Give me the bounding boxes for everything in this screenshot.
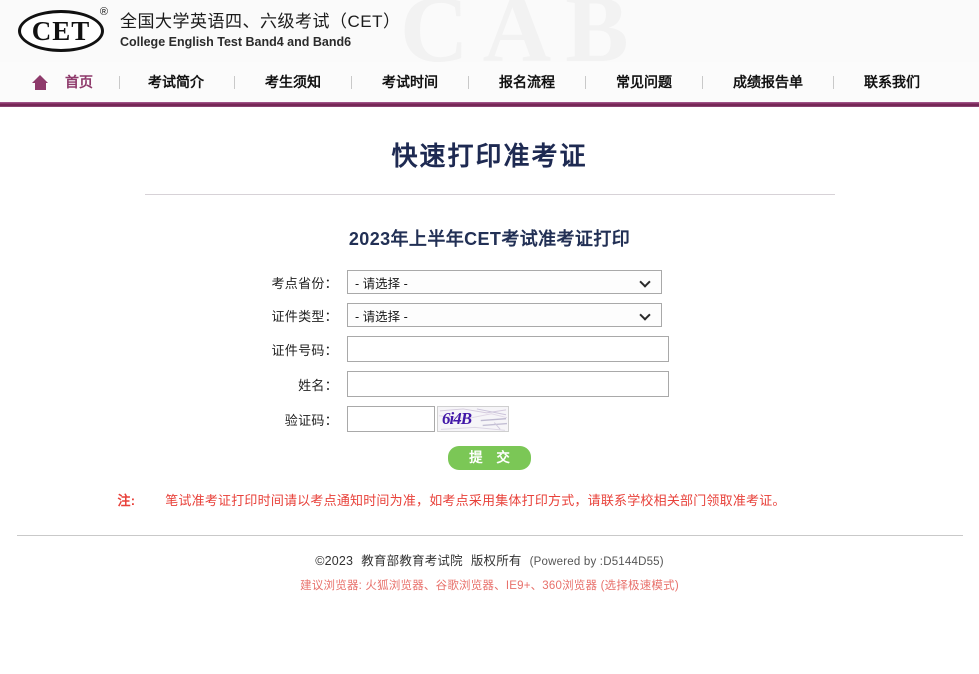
print-time-note: 注: 笔试准考证打印时间请以考点通知时间为准，如考点采用集体打印方式，请联系学校相…	[110, 491, 870, 511]
site-footer: ©2023 教育部教育考试院 版权所有 (Powered by :D5144D55) …	[0, 536, 979, 593]
province-select[interactable]: - 请选择 -	[347, 270, 662, 294]
home-icon	[32, 74, 49, 90]
title-divider	[144, 194, 835, 195]
footer-copyright-line: ©2023 教育部教育考试院 版权所有 (Powered by :D5144D55)	[0, 550, 979, 569]
main-navigation: 首页 考试简介 考生须知 考试时间 报名流程 常见问题 成绩报告单 联系我们	[0, 62, 979, 102]
submit-row: 提 交	[0, 446, 979, 470]
form-row-id-number: 证件号码：	[0, 336, 979, 362]
header-inner: CET ® 全国大学英语四、六级考试（CET） College English …	[0, 0, 979, 62]
registered-trademark-icon: ®	[99, 6, 108, 18]
footer-rights: 版权所有	[470, 553, 522, 568]
footer-browsers: 建议浏览器: 火狐浏览器、谷歌浏览器、IE9+、360浏览器 (选择极速模式)	[300, 579, 679, 592]
id-number-input[interactable]	[347, 336, 669, 362]
captcha-text: 6i4B	[442, 409, 472, 428]
province-select-value: - 请选择 -	[355, 276, 408, 291]
nav-separator	[585, 75, 586, 89]
cet-logo[interactable]: CET ®	[18, 6, 108, 55]
id-type-label: 证件类型：	[271, 308, 338, 324]
province-label: 考点省份：	[271, 275, 338, 291]
form-row-id-type: 证件类型： - 请选择 -	[0, 303, 979, 327]
nav-separator	[234, 75, 235, 89]
id-type-select[interactable]: - 请选择 -	[347, 303, 662, 327]
footer-powered-by: (Powered by :D5144D55)	[529, 555, 664, 568]
captcha-image[interactable]: 6i4B	[437, 406, 509, 432]
nav-item-registration-process[interactable]: 报名流程	[499, 72, 555, 92]
nav-separator	[468, 75, 469, 89]
form-row-name: 姓名：	[0, 371, 979, 397]
name-label: 姓名：	[298, 377, 338, 393]
nav-item-contact-us[interactable]: 联系我们	[864, 72, 920, 92]
note-key: 注:	[117, 493, 136, 508]
nav-item-home-label: 首页	[65, 74, 93, 90]
site-header: CAB CET ® 全国大学英语四、六级考试（CET） College Engl…	[0, 0, 979, 62]
id-type-select-value: - 请选择 -	[355, 309, 408, 324]
nav-item-exam-time[interactable]: 考试时间	[382, 72, 438, 92]
form-row-captcha: 验证码： 6i4B	[0, 406, 979, 432]
nav-item-faq[interactable]: 常见问题	[616, 72, 672, 92]
nav-separator	[702, 75, 703, 89]
nav-separator	[833, 75, 834, 89]
form-title: 2023年上半年CET考试准考证打印	[348, 229, 631, 249]
site-title-block: 全国大学英语四、六级考试（CET） College English Test B…	[120, 11, 401, 51]
nav-item-exam-intro[interactable]: 考试简介	[148, 72, 204, 92]
submit-button[interactable]: 提 交	[448, 446, 531, 470]
nav-separator	[119, 75, 120, 89]
page-title: 快速打印准考证	[391, 141, 588, 171]
nav-separator	[351, 75, 352, 89]
nav-item-candidate-notice[interactable]: 考生须知	[265, 72, 321, 92]
chevron-down-icon	[640, 277, 651, 288]
site-title-chinese: 全国大学英语四、六级考试（CET）	[120, 12, 401, 32]
page-content: 快速打印准考证 2023年上半年CET考试准考证打印 考点省份： - 请选择 -…	[0, 107, 979, 593]
captcha-input[interactable]	[347, 406, 435, 432]
captcha-label: 验证码：	[284, 412, 338, 428]
footer-org: 教育部教育考试院	[361, 553, 463, 568]
footer-copyright: ©2023	[315, 553, 354, 568]
ticket-print-form: 考点省份： - 请选择 - 证件类型： - 请选择 - 证件号码： 姓名： 验证…	[0, 270, 979, 470]
nav-item-home[interactable]: 首页	[32, 72, 93, 92]
chevron-down-icon	[640, 310, 651, 321]
form-row-province: 考点省份： - 请选择 -	[0, 270, 979, 294]
name-input[interactable]	[347, 371, 669, 397]
site-title-english: College English Test Band4 and Band6	[120, 35, 352, 50]
id-number-label: 证件号码：	[271, 342, 338, 358]
nav-item-score-report[interactable]: 成绩报告单	[733, 72, 803, 92]
logo-letters: CET	[31, 15, 91, 46]
note-text: 笔试准考证打印时间请以考点通知时间为准，如考点采用集体打印方式，请联系学校相关部…	[165, 493, 786, 508]
